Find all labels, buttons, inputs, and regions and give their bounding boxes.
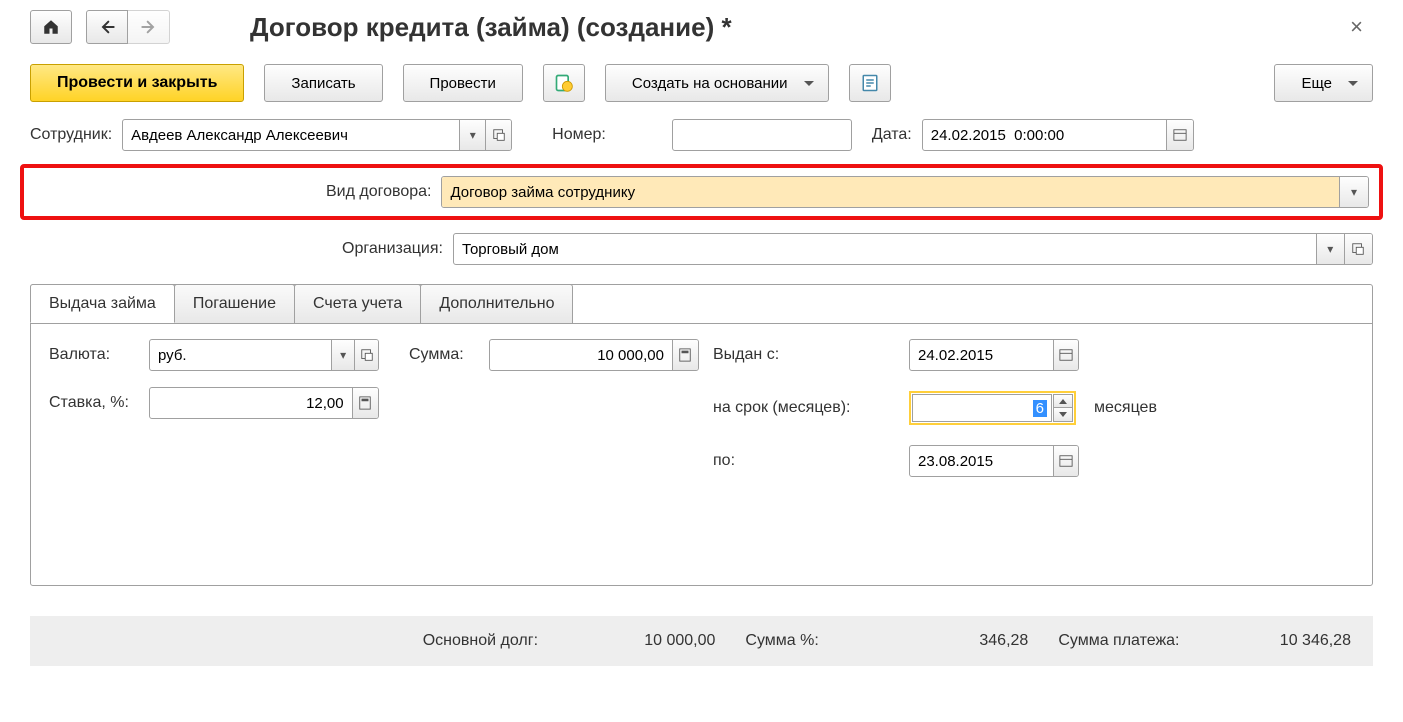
dropdown-icon[interactable]: ▾: [459, 120, 485, 150]
contract-type-field[interactable]: ▾: [441, 176, 1369, 208]
home-button[interactable]: [30, 10, 72, 44]
rate-field[interactable]: [149, 387, 379, 419]
attach-button[interactable]: [543, 64, 585, 102]
spinner-up-icon[interactable]: [1054, 395, 1072, 408]
tab-accounts[interactable]: Счета учета: [294, 284, 421, 323]
back-button[interactable]: [86, 10, 128, 44]
until-field[interactable]: [909, 445, 1079, 477]
dropdown-icon[interactable]: ▾: [1316, 234, 1344, 264]
tabs: Выдача займа Погашение Счета учета Допол…: [30, 284, 1372, 324]
issued-from-label: Выдан с:: [713, 346, 909, 364]
principal-value: 10 000,00: [644, 632, 715, 650]
date-label: Дата:: [872, 126, 912, 144]
calculator-icon[interactable]: [672, 340, 698, 370]
create-based-on-button[interactable]: Создать на основании: [605, 64, 829, 102]
summary-footer: Основной долг: 10 000,00 Сумма %: 346,28 С…: [30, 616, 1373, 666]
term-value[interactable]: 6: [1033, 400, 1047, 417]
tab-loan-issue[interactable]: Выдача займа: [30, 284, 175, 323]
dropdown-icon[interactable]: ▾: [331, 340, 355, 370]
until-input[interactable]: [910, 446, 1053, 476]
calculator-icon[interactable]: [352, 388, 378, 418]
contract-type-input[interactable]: [442, 177, 1338, 207]
until-label: по:: [713, 452, 909, 470]
term-label: на срок (месяцев):: [713, 399, 909, 417]
org-label: Организация:: [342, 240, 443, 258]
open-icon[interactable]: [1344, 234, 1372, 264]
payment-label: Сумма платежа:: [1058, 632, 1179, 650]
currency-field[interactable]: ▾: [149, 339, 379, 371]
term-field[interactable]: 6: [909, 391, 1076, 425]
interest-value: 346,28: [979, 632, 1028, 650]
open-icon[interactable]: [354, 340, 378, 370]
calendar-icon[interactable]: [1053, 446, 1078, 476]
date-input[interactable]: [923, 120, 1166, 150]
date-field[interactable]: [922, 119, 1194, 151]
issued-from-field[interactable]: [909, 339, 1079, 371]
employee-input[interactable]: [123, 120, 459, 150]
currency-label: Валюта:: [49, 346, 149, 364]
sum-input[interactable]: [490, 340, 672, 370]
number-input[interactable]: [673, 120, 851, 150]
calendar-icon[interactable]: [1166, 120, 1193, 150]
save-button[interactable]: Записать: [264, 64, 382, 102]
dropdown-icon[interactable]: ▾: [1339, 177, 1368, 207]
contract-type-label: Вид договора:: [326, 183, 431, 201]
forward-button[interactable]: [128, 10, 170, 44]
tab-repayment[interactable]: Погашение: [174, 284, 295, 323]
report-button[interactable]: [849, 64, 891, 102]
open-icon[interactable]: [485, 120, 511, 150]
post-and-close-button[interactable]: Провести и закрыть: [30, 64, 244, 102]
employee-label: Сотрудник:: [30, 126, 112, 144]
spinner-down-icon[interactable]: [1054, 408, 1072, 421]
currency-input[interactable]: [150, 340, 331, 370]
calendar-icon[interactable]: [1053, 340, 1078, 370]
sum-label: Сумма:: [409, 346, 489, 364]
rate-label: Ставка, %:: [49, 394, 149, 412]
contract-type-highlight: Вид договора: ▾: [20, 164, 1383, 220]
term-unit: месяцев: [1094, 399, 1157, 417]
more-button[interactable]: Еще: [1274, 64, 1373, 102]
principal-label: Основной долг:: [423, 632, 538, 650]
number-field[interactable]: [672, 119, 852, 151]
org-input[interactable]: [454, 234, 1316, 264]
employee-field[interactable]: ▾: [122, 119, 512, 151]
interest-label: Сумма %:: [745, 632, 818, 650]
rate-input[interactable]: [150, 388, 352, 418]
close-icon[interactable]: ×: [1340, 14, 1373, 40]
tab-additional[interactable]: Дополнительно: [420, 284, 573, 323]
page-title: Договор кредита (займа) (создание) *: [250, 12, 732, 43]
issued-from-input[interactable]: [910, 340, 1053, 370]
post-button[interactable]: Провести: [403, 64, 523, 102]
org-field[interactable]: ▾: [453, 233, 1373, 265]
payment-value: 10 346,28: [1280, 632, 1351, 650]
sum-field[interactable]: [489, 339, 699, 371]
number-label: Номер:: [552, 126, 606, 144]
